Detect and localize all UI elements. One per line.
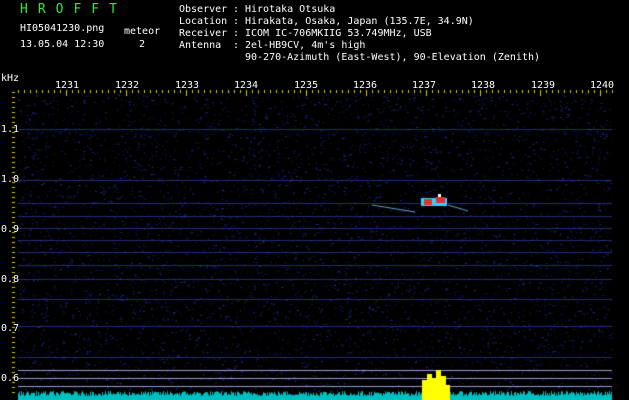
x-tick-label: 1233 <box>174 80 200 91</box>
timestamp: 13.05.04 12:30 <box>20 39 105 50</box>
x-tick-label: 1237 <box>411 80 437 91</box>
antenna-sep: : <box>233 40 240 51</box>
receiver-key: Receiver <box>179 28 228 39</box>
location-key: Location <box>179 16 228 27</box>
observer-value: Hirotaka Otsuka <box>245 4 336 15</box>
receiver-value: ICOM IC-706MKIIG 53.749MHz, USB <box>245 28 432 39</box>
location-value: Hirakata, Osaka, Japan (135.7E, 34.9N) <box>245 16 474 27</box>
app-title: HROFFT <box>20 2 127 17</box>
antenna-value: 2el-HB9CV, 4m's high <box>245 40 366 51</box>
y-tick-label: 0.9 <box>1 224 20 235</box>
y-tick-label: 0.7 <box>1 323 20 334</box>
image-filename: HI05041230.png <box>20 23 105 34</box>
antenna-key: Antenna <box>179 40 222 51</box>
observer-sep: : <box>233 4 240 15</box>
x-tick-label: 1236 <box>352 80 378 91</box>
x-tick-label: 1235 <box>293 80 319 91</box>
x-tick-label: 1240 <box>589 80 615 91</box>
x-tick-label: 1234 <box>233 80 259 91</box>
hrofft-window: HROFFT HI05041230.png meteor 13.05.04 12… <box>0 0 629 400</box>
x-tick-label: 1231 <box>54 80 80 91</box>
antenna-orientation: 90-270-Azimuth (East-West), 90-Elevation… <box>245 52 541 63</box>
meteor-label: meteor <box>124 26 161 37</box>
receiver-sep: : <box>233 28 240 39</box>
meteor-count: 2 <box>139 39 146 50</box>
x-tick-label: 1232 <box>114 80 140 91</box>
y-tick-label: 0.6 <box>1 373 20 384</box>
y-tick-label: 0.8 <box>1 274 20 285</box>
observer-key: Observer <box>179 4 228 15</box>
frequency-unit-label: kHz <box>1 73 20 84</box>
location-sep: : <box>233 16 240 27</box>
y-tick-label: 1.0 <box>1 174 20 185</box>
x-tick-label: 1239 <box>530 80 556 91</box>
y-tick-label: 1.1 <box>1 124 20 135</box>
x-tick-label: 1238 <box>470 80 496 91</box>
